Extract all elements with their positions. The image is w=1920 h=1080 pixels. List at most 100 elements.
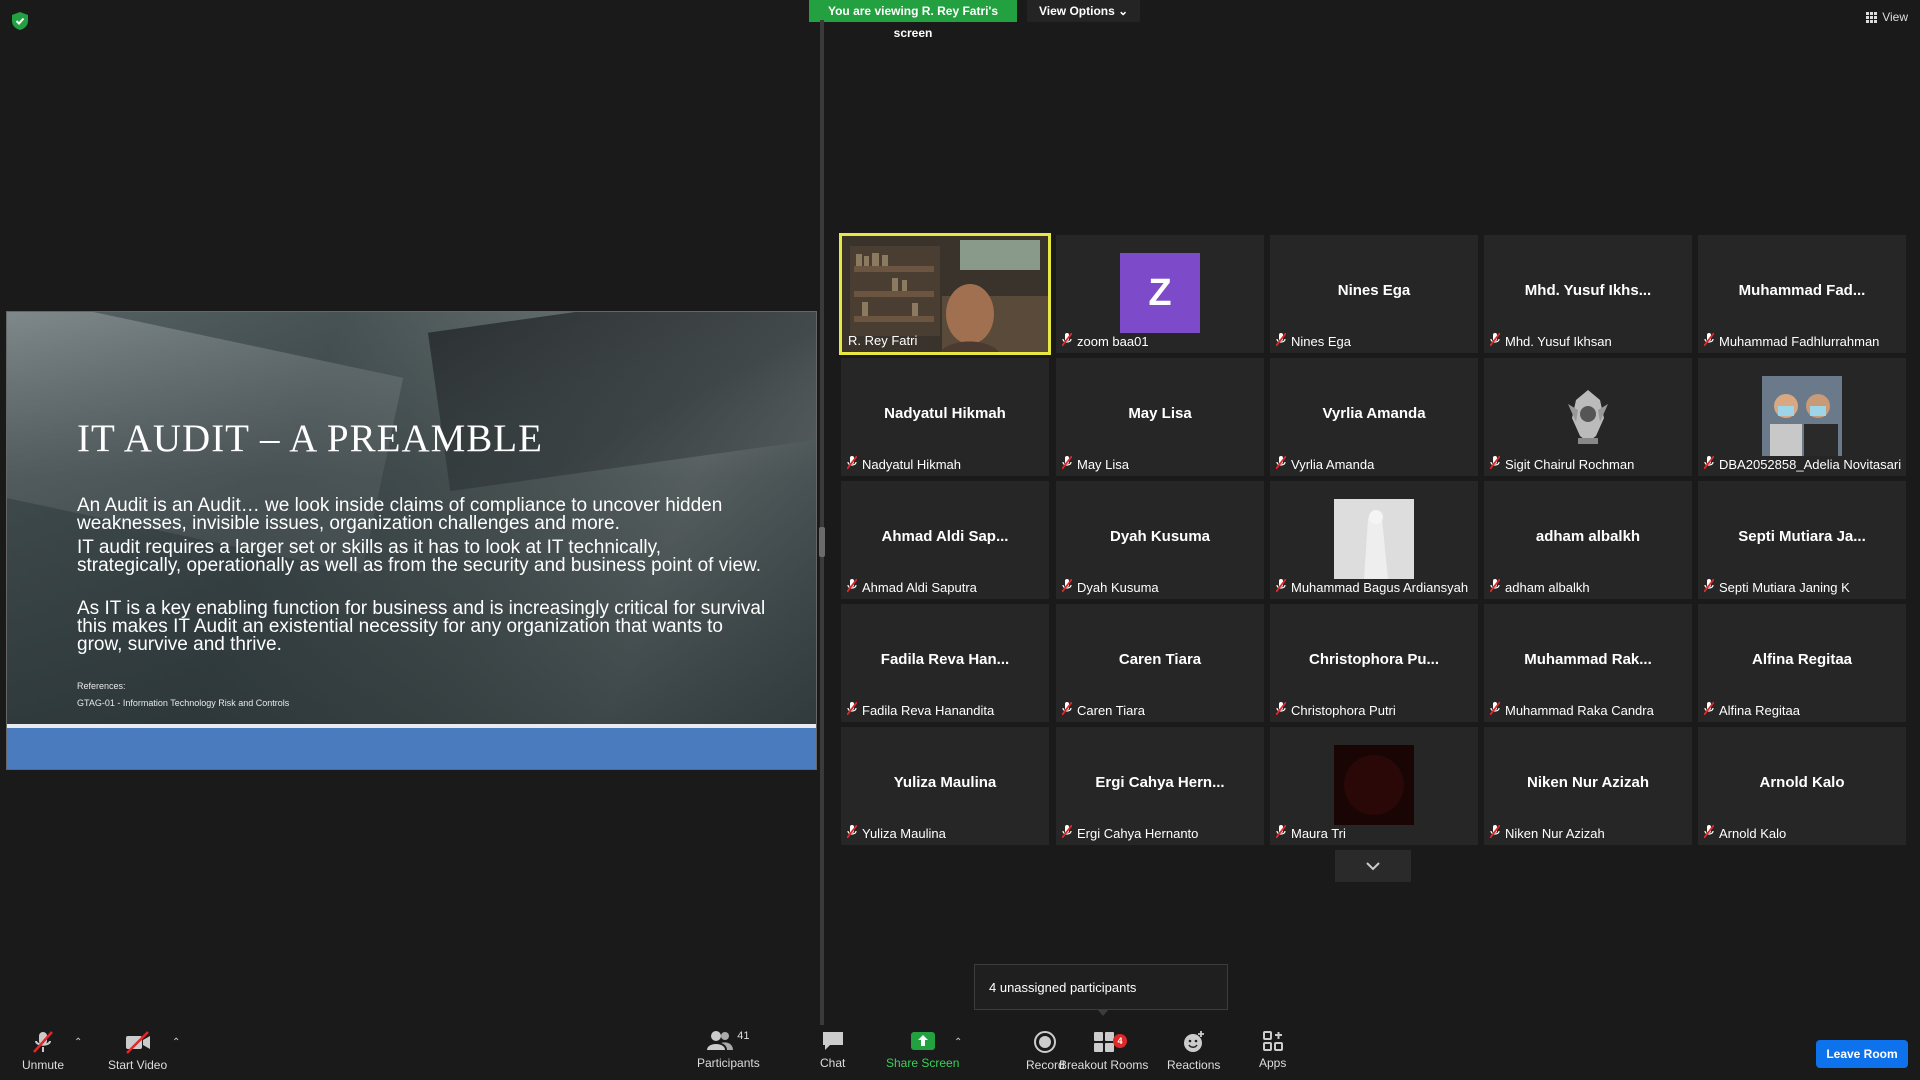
leave-room-button[interactable]: Leave Room	[1816, 1040, 1908, 1068]
smiley-plus-icon	[1183, 1031, 1204, 1052]
share-options-caret[interactable]: ⌃	[954, 1037, 962, 1048]
slide-title: IT AUDIT – A PREAMBLE	[77, 417, 543, 460]
microphone-muted-icon	[847, 702, 857, 718]
participant-tile[interactable]: Muhammad Bagus Ardiansyah	[1270, 481, 1478, 599]
participant-name-large: Niken Nur Azizah	[1527, 774, 1649, 791]
slide-paragraph-3: As IT is a key enabling function for bus…	[77, 598, 766, 655]
participant-tile[interactable]: Nines Ega Nines Ega	[1270, 235, 1478, 353]
shared-screen-slide: IT AUDIT – A PREAMBLE An Audit is an Aud…	[6, 311, 817, 770]
audio-options-caret[interactable]: ⌃	[74, 1037, 82, 1048]
participant-name-label: Arnold Kalo	[1704, 825, 1786, 841]
participant-name-large: May Lisa	[1128, 405, 1192, 422]
screen-share-banner: You are viewing R. Rey Fatri's screen Vi…	[809, 0, 1141, 40]
divider-drag-handle[interactable]	[819, 527, 825, 557]
participant-name-label: Mhd. Yusuf Ikhsan	[1490, 333, 1612, 349]
microphone-muted-icon	[1704, 456, 1714, 472]
participant-tile[interactable]: Alfina Regitaa Alfina Regitaa	[1698, 604, 1906, 722]
security-shield-icon[interactable]	[12, 12, 28, 30]
view-options-dropdown[interactable]: View Options ⌄	[1027, 0, 1141, 22]
participant-tile[interactable]: Ahmad Aldi Sap... Ahmad Aldi Saputra	[841, 481, 1049, 599]
microphone-muted-icon	[1704, 825, 1714, 841]
participant-name-large: Fadila Reva Han...	[880, 651, 1010, 668]
participant-name-label: Ahmad Aldi Saputra	[847, 579, 977, 595]
participant-tile[interactable]: Muhammad Fad... Muhammad Fadhlurrahman	[1698, 235, 1906, 353]
unmute-button[interactable]: Unmute	[22, 1030, 64, 1072]
slide-references-label: References:	[77, 681, 126, 691]
participant-name-label: Nines Ega	[1276, 333, 1351, 349]
participant-profile-photo	[1334, 499, 1414, 579]
microphone-muted-icon	[1704, 333, 1714, 349]
share-screen-arrow-icon	[910, 1032, 935, 1050]
emblem-image	[1548, 376, 1628, 456]
microphone-muted-icon	[1704, 702, 1714, 718]
participant-name-label: DBA2052858_Adelia Novitasari	[1704, 456, 1901, 472]
unassigned-participants-tooltip: 4 unassigned participants	[974, 964, 1228, 1016]
participant-name-large: Christophora Pu...	[1308, 651, 1439, 668]
microphone-muted-icon	[1062, 825, 1072, 841]
participant-tile[interactable]: Vyrlia Amanda Vyrlia Amanda	[1270, 358, 1478, 476]
participant-name-large: adham albalkh	[1535, 528, 1641, 545]
view-button[interactable]: View	[1866, 10, 1908, 24]
participant-tile[interactable]: DBA2052858_Adelia Novitasari	[1698, 358, 1906, 476]
participant-name-large: Mhd. Yusuf Ikhs...	[1524, 282, 1652, 299]
participant-tile[interactable]: Zzoom baa01	[1056, 235, 1264, 353]
participant-tile[interactable]: May Lisa May Lisa	[1056, 358, 1264, 476]
chat-button[interactable]: Chat	[820, 1030, 845, 1070]
microphone-muted-icon	[1490, 456, 1500, 472]
participant-name-large: Muhammad Fad...	[1738, 282, 1866, 299]
participant-tile[interactable]: Muhammad Rak... Muhammad Raka Candra	[1484, 604, 1692, 722]
breakout-rooms-button[interactable]: Breakout Rooms	[1059, 1030, 1148, 1072]
gallery-next-page-button[interactable]	[1335, 850, 1411, 882]
participant-name-label: Vyrlia Amanda	[1276, 456, 1374, 472]
participants-button[interactable]: 41 Participants	[697, 1030, 760, 1070]
participant-name-label: Muhammad Fadhlurrahman	[1704, 333, 1879, 349]
participant-tile[interactable]: Maura Tri	[1270, 727, 1478, 845]
participants-count: 41	[737, 1030, 750, 1042]
chevron-down-icon	[1366, 862, 1380, 871]
participant-name-label: Yuliza Maulina	[847, 825, 946, 841]
participant-tile[interactable]: Yuliza Maulina Yuliza Maulina	[841, 727, 1049, 845]
participant-name-label: Nadyatul Hikmah	[847, 456, 961, 472]
participant-tile[interactable]: R. Rey Fatri	[839, 233, 1051, 355]
participant-tile[interactable]: Nadyatul Hikmah Nadyatul Hikmah	[841, 358, 1049, 476]
reactions-button[interactable]: Reactions	[1167, 1030, 1220, 1072]
participant-name-label: Muhammad Raka Candra	[1490, 702, 1654, 718]
participant-name-label: Fadila Reva Hanandita	[847, 702, 994, 718]
microphone-muted-icon	[1276, 333, 1286, 349]
participant-tile[interactable]: Dyah Kusuma Dyah Kusuma	[1056, 481, 1264, 599]
avatar: Z	[1120, 253, 1200, 333]
microphone-muted-icon	[1490, 825, 1500, 841]
participant-tile[interactable]: Mhd. Yusuf Ikhs... Mhd. Yusuf Ikhsan	[1484, 235, 1692, 353]
slide-paragraph-2: IT audit requires a larger set or skills…	[77, 537, 761, 576]
apps-button[interactable]: Apps	[1259, 1030, 1286, 1070]
participant-tile[interactable]: Fadila Reva Han... Fadila Reva Hanandita	[841, 604, 1049, 722]
participant-tile[interactable]: adham albalkh adham albalkh	[1484, 481, 1692, 599]
participants-icon	[707, 1031, 734, 1050]
microphone-muted-icon	[1062, 579, 1072, 595]
participant-name-large: Nines Ega	[1337, 282, 1411, 299]
participant-name-label: Septi Mutiara Janing K	[1704, 579, 1850, 595]
participant-name-large: Alfina Regitaa	[1751, 651, 1853, 668]
participant-name-large: Ahmad Aldi Sap...	[881, 528, 1009, 545]
participant-profile-photo	[1334, 745, 1414, 825]
participant-name-large: Yuliza Maulina	[893, 774, 997, 791]
participant-tile[interactable]: Ergi Cahya Hern... Ergi Cahya Hernanto	[1056, 727, 1264, 845]
participant-tile[interactable]: Sigit Chairul Rochman	[1484, 358, 1692, 476]
participant-tile[interactable]: Septi Mutiara Ja... Septi Mutiara Janing …	[1698, 481, 1906, 599]
grid-icon	[1866, 11, 1878, 23]
participant-tile[interactable]: Arnold Kalo Arnold Kalo	[1698, 727, 1906, 845]
participant-name-label: Caren Tiara	[1062, 702, 1145, 718]
microphone-muted-icon	[847, 825, 857, 841]
participant-name-large: Dyah Kusuma	[1109, 528, 1211, 545]
participant-tile[interactable]: Caren Tiara Caren Tiara	[1056, 604, 1264, 722]
video-options-caret[interactable]: ⌃	[172, 1037, 180, 1048]
share-screen-button[interactable]: Share Screen	[886, 1030, 959, 1070]
record-icon	[1034, 1031, 1057, 1053]
participant-tile[interactable]: Christophora Pu... Christophora Putri	[1270, 604, 1478, 722]
start-video-button[interactable]: Start Video	[108, 1030, 167, 1072]
split-divider[interactable]	[820, 20, 824, 1025]
viewing-screen-label: You are viewing R. Rey Fatri's screen	[809, 0, 1017, 40]
microphone-muted-icon	[1276, 456, 1286, 472]
participant-name-label: Muhammad Bagus Ardiansyah	[1276, 579, 1468, 595]
participant-tile[interactable]: Niken Nur Azizah Niken Nur Azizah	[1484, 727, 1692, 845]
